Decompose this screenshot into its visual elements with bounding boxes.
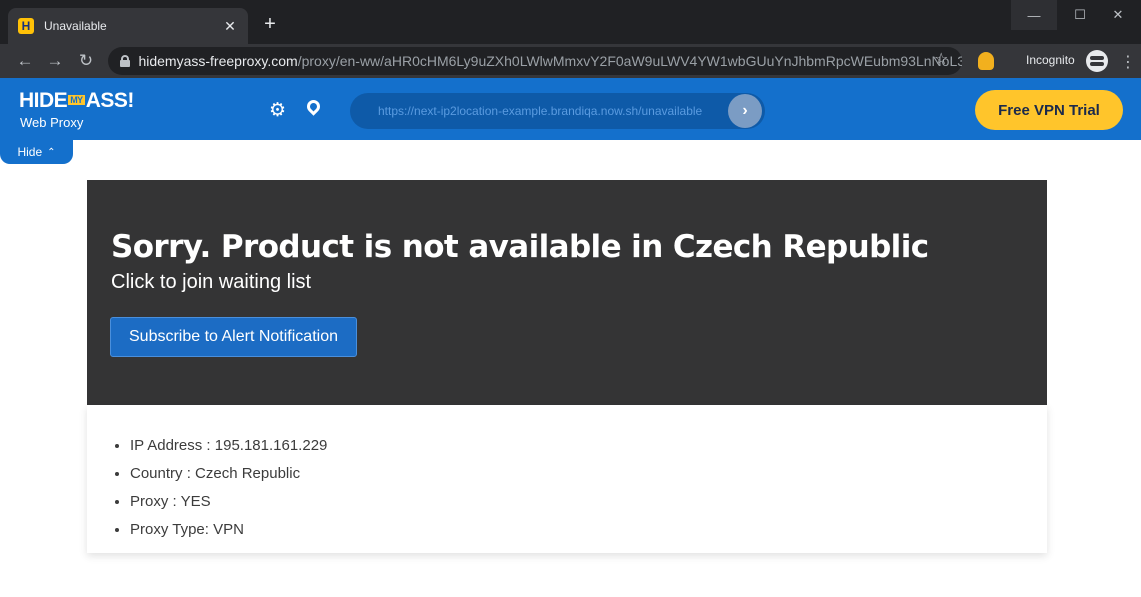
- logo-hide-text: HIDE: [19, 89, 68, 112]
- incognito-icon[interactable]: [1086, 50, 1108, 72]
- page-subtitle: Click to join waiting list: [111, 271, 312, 293]
- tab-title: Unavailable: [44, 19, 107, 33]
- new-tab-icon[interactable]: +: [258, 12, 282, 36]
- url-path: /proxy/en-ww/aHR0cHM6Ly9uZXh0LWlwMmxvY2F…: [297, 53, 962, 69]
- browser-tab[interactable]: H Unavailable ✕: [8, 8, 248, 44]
- browser-toolbar: ← → ↻ hidemyass-freeproxy.com /proxy/en-…: [0, 44, 1141, 78]
- chevron-up-icon: ⌃: [47, 146, 56, 158]
- menu-kebab-icon[interactable]: ⋮: [1120, 52, 1136, 72]
- hma-favicon-icon: H: [18, 18, 34, 34]
- free-vpn-trial-button[interactable]: Free VPN Trial: [975, 90, 1123, 130]
- url-host: hidemyass-freeproxy.com: [138, 53, 298, 69]
- extension-icon[interactable]: [978, 52, 994, 70]
- bookmark-star-icon[interactable]: ☆: [934, 49, 948, 69]
- window-close-icon[interactable]: ✕: [1095, 0, 1141, 30]
- subscribe-alert-button[interactable]: Subscribe to Alert Notification: [110, 317, 357, 357]
- lock-icon[interactable]: [120, 55, 131, 67]
- ip-info-card: IP Address : 195.181.161.229 Country : C…: [87, 405, 1047, 553]
- hma-logo[interactable]: HIDE MY ASS!: [19, 89, 134, 113]
- tab-close-icon[interactable]: ✕: [222, 18, 238, 35]
- browser-titlebar: H Unavailable ✕ + — ☐ ✕: [0, 0, 1141, 44]
- ip-info-list: IP Address : 195.181.161.229 Country : C…: [130, 435, 327, 547]
- address-bar[interactable]: hidemyass-freeproxy.com /proxy/en-ww/aHR…: [108, 47, 962, 75]
- logo-subtitle: Web Proxy: [20, 115, 84, 130]
- list-item-ip-address: IP Address : 195.181.161.229: [130, 435, 327, 463]
- list-item-proxy: Proxy : YES: [130, 491, 327, 519]
- logo-ass-text: ASS!: [85, 89, 135, 112]
- incognito-label: Incognito: [1026, 53, 1075, 67]
- location-pin-icon[interactable]: [304, 97, 323, 116]
- hide-proxybar-button[interactable]: Hide ⌃: [0, 140, 73, 164]
- gear-icon[interactable]: ⚙: [269, 99, 286, 122]
- back-arrow-icon[interactable]: ←: [12, 48, 38, 74]
- proxy-bar: HIDE MY ASS! Web Proxy ⚙ https://next-ip…: [0, 78, 1141, 140]
- hide-label: Hide: [17, 145, 43, 159]
- unavailable-hero: Sorry. Product is not available in Czech…: [87, 180, 1047, 405]
- go-button[interactable]: ›: [728, 94, 762, 128]
- page-title: Sorry. Product is not available in Czech…: [111, 229, 929, 265]
- minimize-icon[interactable]: —: [1011, 0, 1057, 30]
- proxy-url-input[interactable]: https://next-ip2location-example.brandiq…: [350, 93, 765, 129]
- reload-icon[interactable]: ↻: [73, 48, 99, 74]
- list-item-proxy-type: Proxy Type: VPN: [130, 519, 327, 547]
- proxy-url-value: https://next-ip2location-example.brandiq…: [378, 104, 703, 118]
- chevron-right-icon: ›: [742, 102, 748, 119]
- forward-arrow-icon[interactable]: →: [42, 48, 68, 74]
- logo-my-text: MY: [68, 95, 85, 105]
- list-item-country: Country : Czech Republic: [130, 463, 327, 491]
